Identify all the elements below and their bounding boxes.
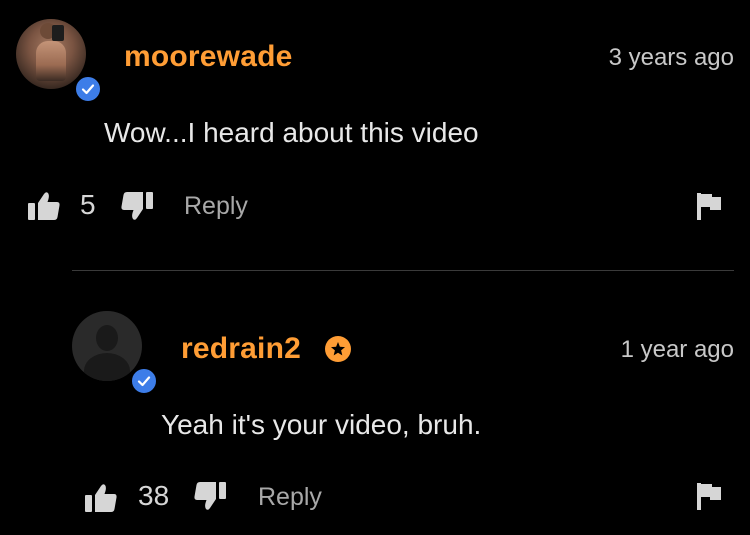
comment-text: Yeah it's your video, bruh. — [161, 409, 482, 440]
like-count: 38 — [138, 480, 170, 511]
avatar[interactable] — [16, 19, 102, 103]
verified-check-icon — [74, 75, 102, 103]
comment-text: Wow...I heard about this video — [104, 117, 479, 148]
reply-button[interactable]: Reply — [184, 192, 248, 221]
like-count: 5 — [80, 189, 96, 220]
avatar-photo — [16, 19, 86, 89]
comment-1: moorewade 3 years ago Wow...I heard abou… — [0, 0, 750, 250]
default-avatar — [72, 311, 142, 381]
comment-actions: 38 Reply — [0, 478, 750, 518]
username[interactable]: redrain2 — [181, 332, 301, 366]
thumbs-up-icon[interactable] — [84, 483, 118, 513]
verified-check-icon — [130, 367, 158, 395]
flag-icon[interactable] — [696, 192, 722, 220]
comment-2: redrain2 1 year ago Yeah it's your video… — [0, 292, 750, 535]
avatar[interactable] — [72, 311, 158, 395]
comment-actions: 5 Reply — [0, 188, 750, 228]
thumbs-down-icon[interactable] — [120, 191, 154, 221]
username[interactable]: moorewade — [124, 40, 293, 74]
reply-button[interactable]: Reply — [258, 483, 322, 512]
thumbs-down-icon[interactable] — [193, 481, 227, 511]
timestamp: 3 years ago — [608, 44, 734, 71]
divider — [72, 270, 734, 271]
flag-icon[interactable] — [696, 482, 722, 510]
timestamp: 1 year ago — [620, 336, 734, 363]
thumbs-up-icon[interactable] — [27, 191, 61, 221]
star-badge-icon — [325, 336, 351, 362]
